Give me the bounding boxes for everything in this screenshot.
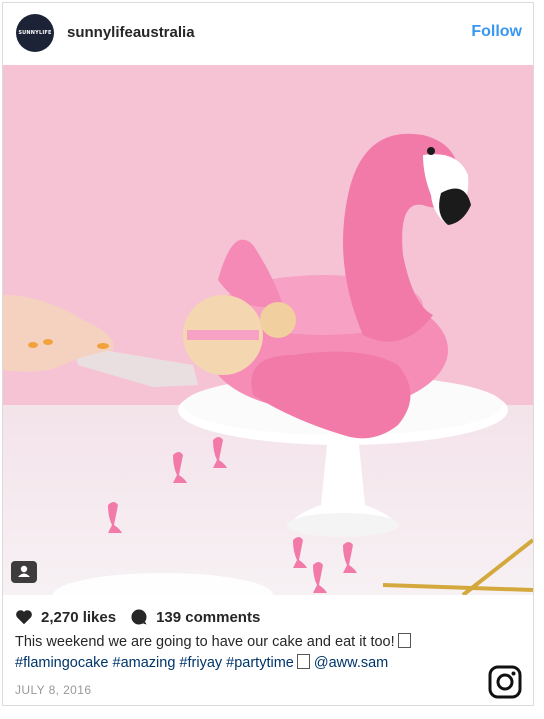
likes-stat[interactable]: 2,270 likes: [15, 609, 116, 626]
instagram-post-card: SUNNYLIFE sunnylifeaustralia Follow 2,27…: [2, 2, 534, 706]
avatar-text: SUNNYLIFE: [18, 30, 52, 36]
caption-hashtags[interactable]: #flamingocake #amazing #friyay #partytim…: [15, 655, 294, 671]
comment-bubble-icon: [131, 609, 147, 625]
comments-stat[interactable]: 139 comments: [130, 608, 260, 626]
flamingo-cake-image: [3, 65, 533, 595]
post-photo[interactable]: [3, 65, 533, 595]
username-link[interactable]: sunnylifeaustralia: [67, 24, 195, 41]
likes-count: 2,270 likes: [41, 608, 117, 626]
post-header: SUNNYLIFE sunnylifeaustralia Follow: [3, 3, 533, 65]
emoji-placeholder-icon: [296, 654, 310, 669]
instagram-icon[interactable]: [488, 665, 522, 699]
profile-avatar[interactable]: SUNNYLIFE: [16, 14, 54, 52]
follow-button[interactable]: Follow: [471, 23, 522, 41]
comments-count: 139 comments: [156, 608, 261, 626]
post-date[interactable]: JULY 8, 2016: [15, 683, 91, 697]
post-stats: 2,270 likes 139 comments: [15, 606, 274, 628]
caption-mention[interactable]: @aww.sam: [314, 655, 388, 671]
heart-icon: [16, 610, 32, 625]
user-tag-icon[interactable]: [11, 561, 37, 583]
caption-text: This weekend we are going to have our ca…: [15, 634, 395, 650]
post-caption: This weekend we are going to have our ca…: [15, 632, 455, 674]
emoji-placeholder-icon: [397, 633, 411, 648]
